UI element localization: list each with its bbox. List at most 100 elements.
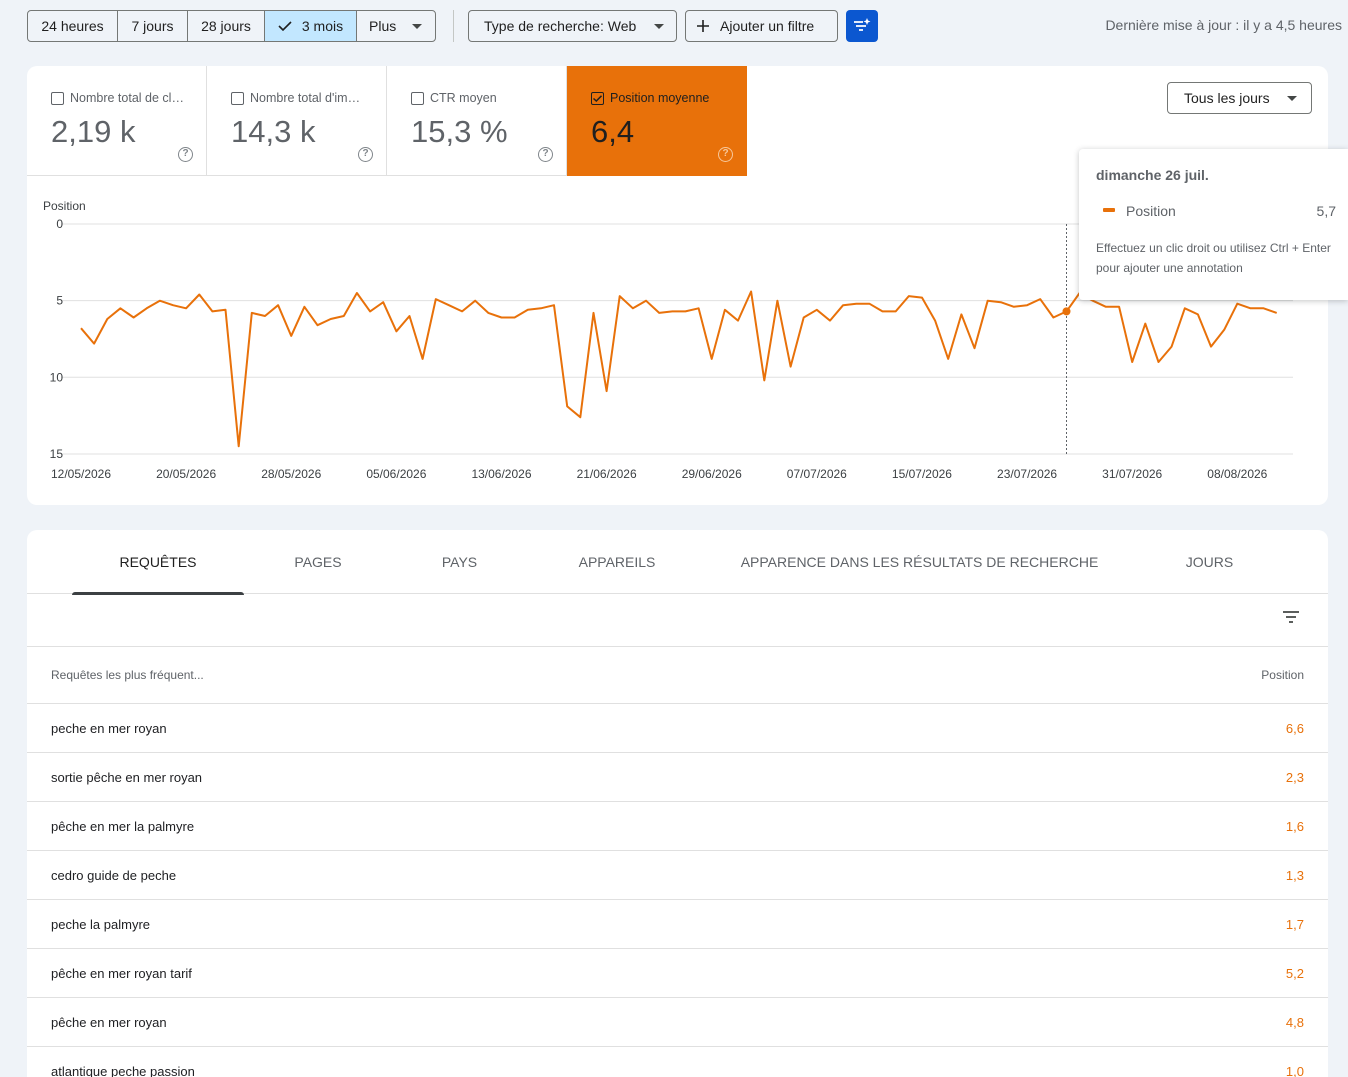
query-text: pêche en mer la palmyre [51,819,195,834]
metric-checkbox[interactable] [231,91,244,105]
metric-checkbox[interactable] [411,91,424,105]
x-tick-label: 23/07/2026 [997,467,1057,481]
tooltip-hint: Effectuez un clic droit ou utilisez Ctrl… [1096,241,1331,275]
toolbar: 24 heures 7 jours 28 jours 3 mois Plus T… [0,0,1348,52]
days-dropdown[interactable]: Tous les jours [1167,82,1312,114]
check-icon [278,21,292,31]
dimension-tabs: REQUÊTES PAGES PAYS APPAREILS APPARENCE … [27,530,1328,595]
position-value: 6,6 [1285,721,1304,736]
range-7d-button[interactable]: 7 jours [118,11,188,41]
x-tick-label: 28/05/2026 [261,467,321,481]
range-3m-button[interactable]: 3 mois [265,11,357,41]
position-value: 1,6 [1285,819,1304,834]
metric-label: Nombre total d'impressions [250,91,364,105]
check-icon [593,94,602,102]
y-tick-label: 5 [56,294,63,308]
x-tick-label: 29/06/2026 [682,467,742,481]
metric-checkbox-checked[interactable] [591,91,604,105]
y-tick-label: 10 [50,370,64,384]
help-icon[interactable]: ? [178,147,193,162]
column-header-position[interactable]: Position [1261,668,1304,682]
query-text: peche en mer royan [51,721,167,736]
metric-label: Nombre total de clics [70,91,184,105]
filter-spark-icon [854,18,871,31]
tooltip-series-label: Position [1126,203,1176,219]
x-tick-label: 13/06/2026 [471,467,531,481]
tooltip-value: 5,7 [1316,203,1336,219]
tooltip-date: dimanche 26 juil. [1096,167,1209,183]
query-text: cedro guide de peche [51,868,177,883]
position-value: 1,0 [1285,1064,1304,1077]
search-type-dropdown[interactable]: Type de recherche: Web [468,10,677,42]
metric-ctr[interactable]: CTR moyen 15,3 % ? [387,66,567,176]
query-text: peche la palmyre [51,917,150,932]
tab-devices[interactable]: APPAREILS [527,530,707,594]
help-icon[interactable]: ? [718,147,733,162]
table-row[interactable]: atlantique peche passion 1,0 [27,1047,1328,1077]
toolbar-divider [453,10,454,42]
metric-label: CTR moyen [430,91,497,105]
range-more-dropdown[interactable]: Plus [357,11,435,41]
x-tick-label: 05/06/2026 [366,467,426,481]
date-range-selector: 24 heures 7 jours 28 jours 3 mois Plus [27,10,436,42]
add-filter-button[interactable]: Ajouter un filtre [685,10,838,42]
metric-value: 14,3 k [231,114,316,149]
tab-search-appearance[interactable]: APPARENCE DANS LES RÉSULTATS DE RECHERCH… [707,530,1132,594]
tab-pages[interactable]: PAGES [244,530,392,594]
metric-label: Position moyenne [610,91,710,105]
table-row[interactable]: cedro guide de peche 1,3 [27,851,1328,900]
y-tick-label: 15 [50,447,64,461]
metric-value: 2,19 k [51,114,136,149]
table-row[interactable]: pêche en mer royan tarif 5,2 [27,949,1328,998]
metric-position[interactable]: Position moyenne 6,4 ? [567,66,747,176]
table-row[interactable]: pêche en mer la palmyre 1,6 [27,802,1328,851]
position-value: 5,2 [1285,966,1304,981]
filter-icon[interactable] [1282,610,1300,624]
position-value: 1,3 [1285,868,1304,883]
x-tick-label: 08/08/2026 [1207,467,1267,481]
x-tick-label: 12/05/2026 [51,467,111,481]
metric-clicks[interactable]: Nombre total de clics 2,19 k ? [27,66,207,176]
tab-queries[interactable]: REQUÊTES [72,530,244,595]
chart-tooltip: dimanche 26 juil. Position 5,7 Effectuez… [1079,149,1348,300]
x-tick-label: 07/07/2026 [787,467,847,481]
range-24h-button[interactable]: 24 heures [28,11,118,41]
dimensions-card: REQUÊTES PAGES PAYS APPAREILS APPARENCE … [27,530,1328,1077]
position-value: 1,7 [1285,917,1304,932]
tab-countries[interactable]: PAYS [392,530,527,594]
metric-value: 15,3 % [411,114,508,149]
metric-impressions[interactable]: Nombre total d'impressions 14,3 k ? [207,66,387,176]
series-line-position [80,290,1278,448]
table-filter-bar [27,594,1328,647]
hover-point [1062,307,1071,316]
caret-down-icon [1287,96,1297,101]
position-value: 4,8 [1285,1015,1304,1030]
y-axis-title: Position [43,199,86,213]
metric-value: 6,4 [591,114,635,149]
x-tick-label: 15/07/2026 [892,467,952,481]
caret-down-icon [412,23,423,29]
query-text: pêche en mer royan [51,1015,167,1030]
caret-down-icon [654,24,664,29]
x-tick-label: 21/06/2026 [577,467,637,481]
tab-days[interactable]: JOURS [1132,530,1287,594]
position-value: 2,3 [1285,770,1304,785]
query-text: pêche en mer royan tarif [51,966,192,981]
metric-checkbox[interactable] [51,91,64,105]
table-row[interactable]: sortie pêche en mer royan 2,3 [27,753,1328,802]
column-header-query[interactable]: Requêtes les plus fréquent... [51,668,204,682]
table-row[interactable]: peche la palmyre 1,7 [27,900,1328,949]
table-row[interactable]: pêche en mer royan 4,8 [27,998,1328,1047]
help-icon[interactable]: ? [538,147,553,162]
x-tick-label: 31/07/2026 [1102,467,1162,481]
plus-icon [697,20,709,32]
table-header: Requêtes les plus fréquent... Position [27,647,1328,704]
x-tick-label: 20/05/2026 [156,467,216,481]
table-row[interactable]: peche en mer royan 6,6 [27,704,1328,753]
help-icon[interactable]: ? [358,147,373,162]
range-28d-button[interactable]: 28 jours [188,11,265,41]
query-text: atlantique peche passion [51,1064,195,1077]
query-text: sortie pêche en mer royan [51,770,203,785]
series-legend-swatch [1103,208,1115,212]
filter-settings-button[interactable] [846,10,878,42]
